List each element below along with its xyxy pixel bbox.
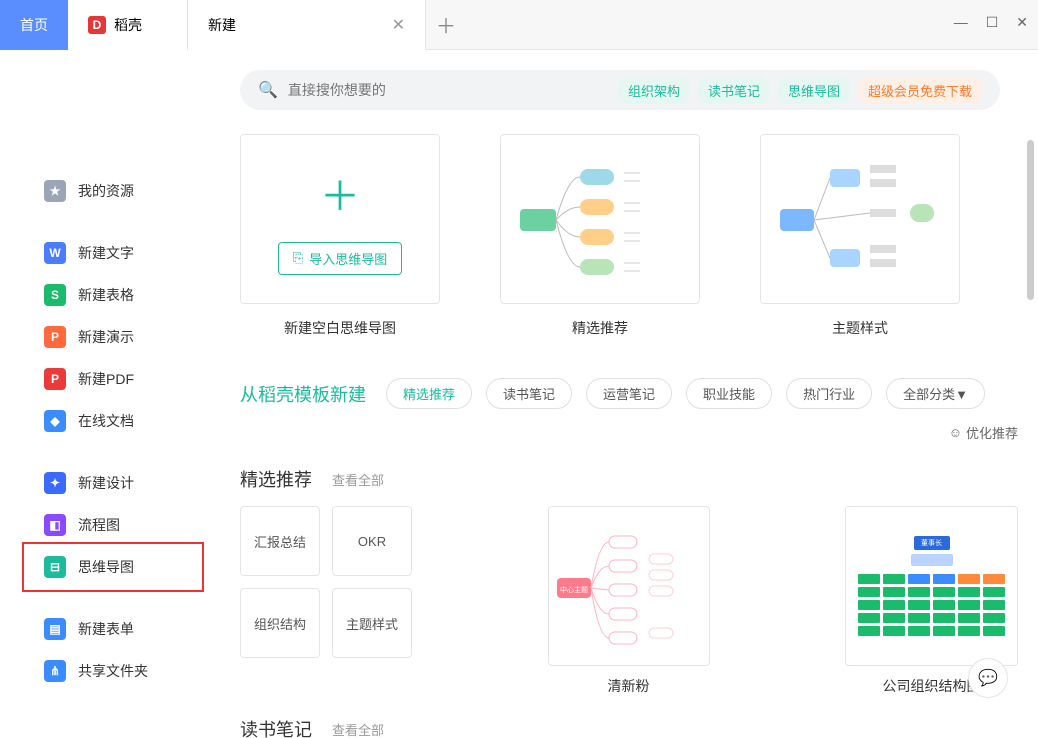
word-icon: W <box>44 242 66 264</box>
filter-chip[interactable]: 职业技能 <box>686 378 772 409</box>
form-icon: ▤ <box>44 618 66 640</box>
close-icon[interactable]: ✕ <box>392 15 405 35</box>
slides-icon: P <box>44 326 66 348</box>
featured-section: 精选推荐 查看全部 汇报总结 OKR 组织结构 主题样式 中心主题 <box>240 466 1018 696</box>
filter-chip[interactable]: 读书笔记 <box>486 378 572 409</box>
view-all-link[interactable]: 查看全部 <box>332 470 384 489</box>
search-icon: 🔍 <box>258 80 278 100</box>
search-tag[interactable]: 组织架构 <box>618 77 690 104</box>
content: 🔍 组织架构 读书笔记 思维导图 超级会员免费下载 ＋ ⎘导入思维导图 新建空白… <box>210 50 1038 738</box>
pdf-icon: P <box>44 368 66 390</box>
sidebar-item-new-pdf[interactable]: P 新建PDF <box>0 358 210 400</box>
tab-add-button[interactable]: ＋ <box>426 10 466 39</box>
docer-icon: D <box>88 16 106 34</box>
sidebar-item-label: 新建表格 <box>78 285 134 305</box>
top-templates-row: ＋ ⎘导入思维导图 新建空白思维导图 <box>240 134 1018 338</box>
quick-grid: 汇报总结 OKR 组织结构 主题样式 <box>240 506 412 658</box>
highlight-box <box>22 542 204 592</box>
pink-mindmap-icon: 中心主题 <box>549 516 709 656</box>
sidebar: ★ 我的资源 W 新建文字 S 新建表格 P 新建演示 P 新建PDF ◆ 在线文档 ✦ 新建… <box>0 50 210 738</box>
tab-new[interactable]: 新建 ✕ <box>188 0 426 50</box>
section-title: 读书笔记 <box>240 716 312 738</box>
star-icon: ★ <box>44 180 66 202</box>
filter-chip[interactable]: 运营笔记 <box>586 378 672 409</box>
plus-icon: ＋ <box>320 164 360 222</box>
filter-title: 从稻壳模板新建 <box>240 381 366 407</box>
sidebar-item-new-word[interactable]: W 新建文字 <box>0 232 210 274</box>
quick-cell[interactable]: 主题样式 <box>332 588 412 658</box>
tab-bar: 首页 D 稻壳 新建 ✕ ＋ — ☐ ✕ <box>0 0 1038 50</box>
sidebar-item-label: 流程图 <box>78 515 120 535</box>
quick-cell[interactable]: 汇报总结 <box>240 506 320 576</box>
theme-preview-icon <box>770 149 950 289</box>
sidebar-item-label: 在线文档 <box>78 411 134 431</box>
sidebar-item-mindmap[interactable]: ⊟思维导图 <box>0 546 210 588</box>
main-layout: ★ 我的资源 W 新建文字 S 新建表格 P 新建演示 P 新建PDF ◆ 在线文档 ✦ 新建… <box>0 50 1038 738</box>
filter-chip[interactable]: 热门行业 <box>786 378 872 409</box>
search-tag[interactable]: 读书笔记 <box>698 77 770 104</box>
search-row: 🔍 组织架构 读书笔记 思维导图 超级会员免费下载 <box>240 70 1018 110</box>
template-label: 清新粉 <box>548 676 710 696</box>
card-label: 新建空白思维导图 <box>240 318 440 338</box>
sidebar-item-new-form[interactable]: ▤ 新建表单 <box>0 608 210 650</box>
sidebar-item-new-slides[interactable]: P 新建演示 <box>0 316 210 358</box>
template-card-fresh-pink[interactable]: 中心主题 清新粉 <box>548 506 710 696</box>
cloud-icon: ◆ <box>44 410 66 432</box>
tab-home[interactable]: 首页 <box>0 0 68 50</box>
share-icon: ⋔ <box>44 660 66 682</box>
sidebar-item-label: 新建演示 <box>78 327 134 347</box>
sidebar-item-new-sheet[interactable]: S 新建表格 <box>0 274 210 316</box>
design-icon: ✦ <box>44 472 66 494</box>
sidebar-item-label: 新建文字 <box>78 243 134 263</box>
search-tag[interactable]: 思维导图 <box>778 77 850 104</box>
search-input[interactable] <box>288 82 608 98</box>
quick-cell[interactable]: 组织结构 <box>240 588 320 658</box>
filter-row: 从稻壳模板新建 精选推荐 读书笔记 运营笔记 职业技能 热门行业 全部分类▼ ☺… <box>240 378 1018 442</box>
smile-icon: ☺ <box>949 425 962 440</box>
sidebar-item-online-doc[interactable]: ◆ 在线文档 <box>0 400 210 442</box>
sidebar-item-label: 共享文件夹 <box>78 661 148 681</box>
reading-section: 读书笔记 查看全部 <box>240 716 1018 738</box>
flowchart-icon: ◧ <box>44 514 66 536</box>
chat-icon: 💬 <box>978 668 998 688</box>
maximize-button[interactable]: ☐ <box>986 14 999 31</box>
import-mindmap-button[interactable]: ⎘导入思维导图 <box>278 242 402 275</box>
sidebar-item-label: 新建PDF <box>78 369 134 389</box>
chat-fab[interactable]: 💬 <box>968 658 1008 698</box>
close-window-button[interactable]: ✕ <box>1016 14 1028 31</box>
svg-text:中心主题: 中心主题 <box>560 585 588 594</box>
tab-home-label: 首页 <box>20 15 48 35</box>
sheet-icon: S <box>44 284 66 306</box>
card-label: 主题样式 <box>760 318 960 338</box>
avatar-block <box>0 70 210 170</box>
tab-docer[interactable]: D 稻壳 <box>68 0 188 50</box>
minimize-button[interactable]: — <box>954 14 968 31</box>
mindmap-preview-icon <box>510 149 690 289</box>
tab-new-label: 新建 <box>208 15 236 35</box>
org-chart-icon: 董事长 <box>846 524 1017 648</box>
sidebar-item-my-resources[interactable]: ★ 我的资源 <box>0 170 210 212</box>
filter-chip[interactable]: 精选推荐 <box>386 378 472 409</box>
optimize-recommend[interactable]: ☺优化推荐 <box>949 423 1018 442</box>
section-title: 精选推荐 <box>240 466 312 492</box>
sidebar-item-new-design[interactable]: ✦ 新建设计 <box>0 462 210 504</box>
window-controls: — ☐ ✕ <box>954 14 1028 31</box>
quick-cell[interactable]: OKR <box>332 506 412 576</box>
scrollbar-thumb[interactable] <box>1027 140 1034 300</box>
theme-style-card[interactable]: 主题样式 <box>760 134 960 338</box>
sidebar-item-label: 新建表单 <box>78 619 134 639</box>
new-blank-mindmap-card[interactable]: ＋ ⎘导入思维导图 新建空白思维导图 <box>240 134 440 338</box>
featured-card[interactable]: 精选推荐 <box>500 134 700 338</box>
filter-chip-all[interactable]: 全部分类▼ <box>886 378 985 409</box>
view-all-link[interactable]: 查看全部 <box>332 720 384 738</box>
card-label: 精选推荐 <box>500 318 700 338</box>
sidebar-item-label: 我的资源 <box>78 181 134 201</box>
sidebar-item-shared-folder[interactable]: ⋔ 共享文件夹 <box>0 650 210 692</box>
sidebar-item-flowchart[interactable]: ◧ 流程图 <box>0 504 210 546</box>
tab-docer-label: 稻壳 <box>114 15 142 35</box>
search-box[interactable]: 🔍 组织架构 读书笔记 思维导图 超级会员免费下载 <box>240 70 1000 110</box>
sidebar-item-label: 新建设计 <box>78 473 134 493</box>
search-tag-vip[interactable]: 超级会员免费下载 <box>858 77 982 104</box>
import-icon: ⎘ <box>293 250 303 266</box>
